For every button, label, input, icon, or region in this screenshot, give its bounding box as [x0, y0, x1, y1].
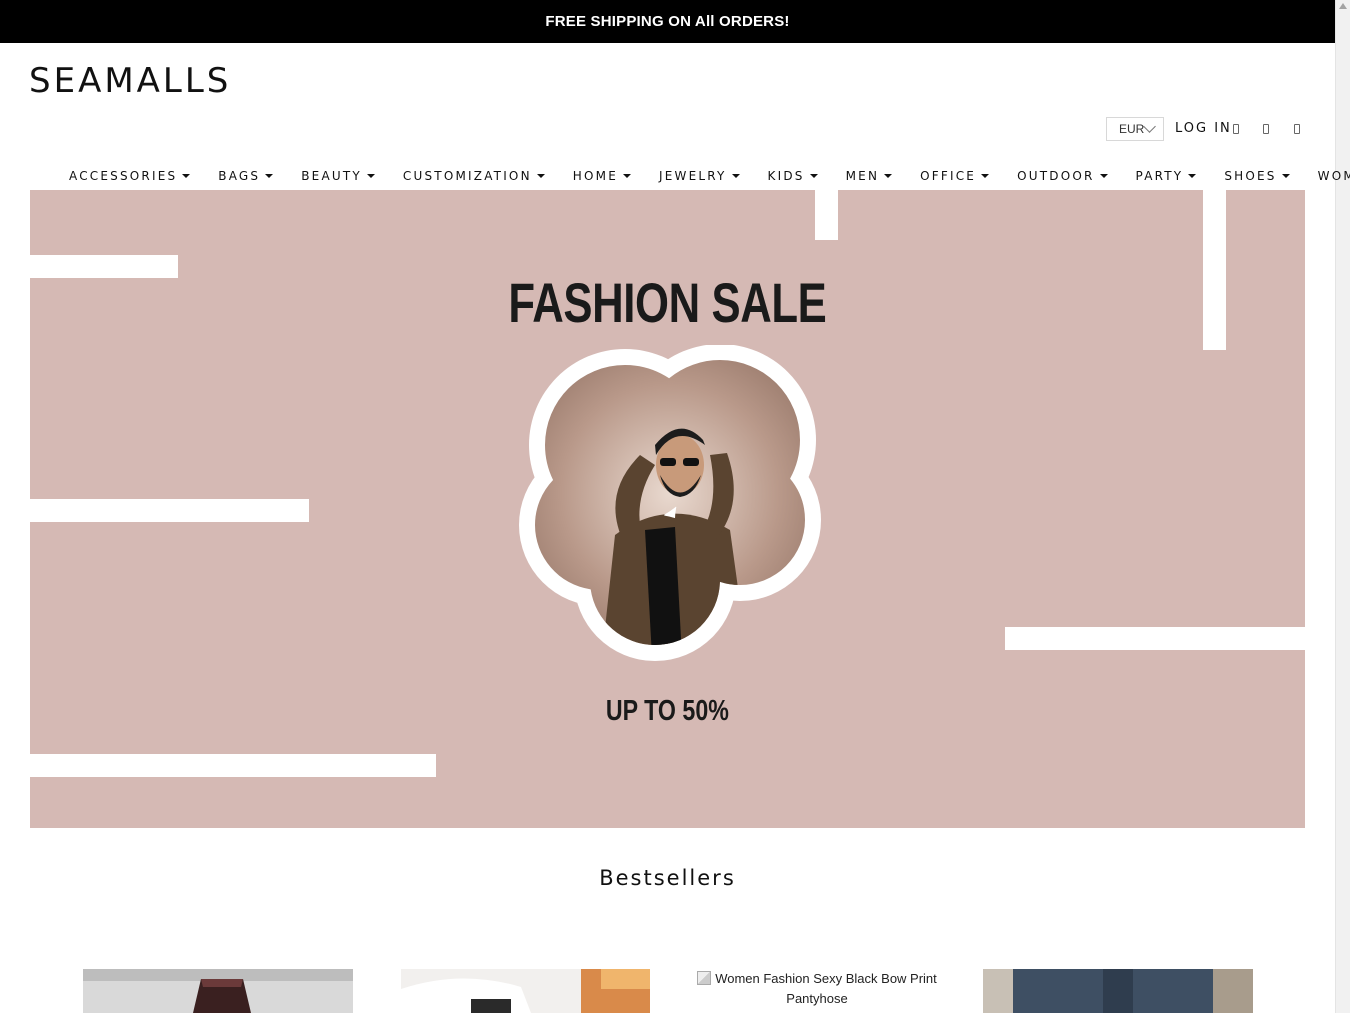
nav-item-kids[interactable]: KIDS — [768, 167, 818, 185]
site-logo[interactable]: SEAMALLS — [29, 61, 231, 101]
caret-down-icon — [366, 174, 375, 178]
hero-subtitle: UP TO 50% — [605, 695, 729, 727]
user-icon[interactable] — [1263, 124, 1269, 134]
hero-banner[interactable]: FASHION SALE UP TO 50% — [30, 190, 1305, 828]
caret-down-icon — [622, 174, 631, 178]
caret-down-icon — [265, 174, 274, 178]
nav-item-party[interactable]: PARTY — [1136, 167, 1197, 185]
decor-stripe — [30, 754, 436, 777]
currency-value: EUR — [1119, 122, 1145, 136]
product-card[interactable] — [83, 969, 353, 1013]
caret-down-icon — [809, 174, 818, 178]
currency-select[interactable]: EUR — [1106, 117, 1164, 141]
announcement-text: FREE SHIPPING ON All ORDERS! — [545, 13, 790, 30]
nav-item-accessories[interactable]: ACCESSORIES — [69, 167, 191, 185]
decor-stripe — [1005, 627, 1305, 650]
nav-item-women[interactable]: WOMEN — [1318, 167, 1350, 185]
chevron-down-icon — [1143, 120, 1156, 133]
caret-down-icon — [182, 174, 191, 178]
announcement-bar: FREE SHIPPING ON All ORDERS! — [0, 0, 1335, 43]
nav-item-shoes[interactable]: SHOES — [1224, 167, 1290, 185]
decor-stripe — [30, 499, 309, 522]
bestsellers-heading: Bestsellers — [599, 866, 736, 890]
nav-item-jewelry[interactable]: JEWELRY — [659, 167, 740, 185]
caret-down-icon — [1188, 174, 1197, 178]
product-image — [401, 969, 650, 1013]
cart-icon[interactable] — [1294, 124, 1300, 134]
nav-item-home[interactable]: HOME — [573, 167, 631, 185]
product-image — [83, 969, 353, 1013]
decor-stripe — [30, 255, 178, 278]
caret-down-icon — [731, 174, 740, 178]
page-scrollbar[interactable] — [1335, 0, 1350, 1013]
scroll-up-arrow-icon[interactable] — [1339, 3, 1347, 9]
caret-down-icon — [1281, 174, 1290, 178]
search-icon[interactable] — [1233, 124, 1239, 134]
decor-stripe — [815, 190, 838, 240]
caret-down-icon — [1099, 174, 1108, 178]
nav-item-office[interactable]: OFFICE — [920, 167, 990, 185]
nav-item-bags[interactable]: BAGS — [218, 167, 274, 185]
nav-item-men[interactable]: MEN — [846, 167, 893, 185]
hero-title: FASHION SALE — [508, 271, 827, 334]
nav-item-customization[interactable]: CUSTOMIZATION — [403, 167, 545, 185]
decor-stripe — [1203, 190, 1226, 350]
product-card[interactable] — [983, 969, 1253, 1013]
login-link[interactable]: LOG IN — [1175, 121, 1232, 136]
product-image-alt: Women Fashion Sexy Black Bow Print Panty… — [715, 971, 937, 1006]
product-image — [983, 969, 1253, 1013]
broken-image-icon — [697, 971, 712, 985]
caret-down-icon — [981, 174, 990, 178]
nav-item-outdoor[interactable]: OUTDOOR — [1017, 167, 1108, 185]
caret-down-icon — [884, 174, 893, 178]
product-card[interactable] — [401, 969, 650, 1013]
hero-model-image — [519, 345, 821, 661]
product-card[interactable]: Women Fashion Sexy Black Bow Print Panty… — [683, 969, 951, 1009]
caret-down-icon — [536, 174, 545, 178]
main-nav: ACCESSORIES BAGS BEAUTY CUSTOMIZATION HO… — [69, 167, 1350, 185]
nav-item-beauty[interactable]: BEAUTY — [301, 167, 375, 185]
